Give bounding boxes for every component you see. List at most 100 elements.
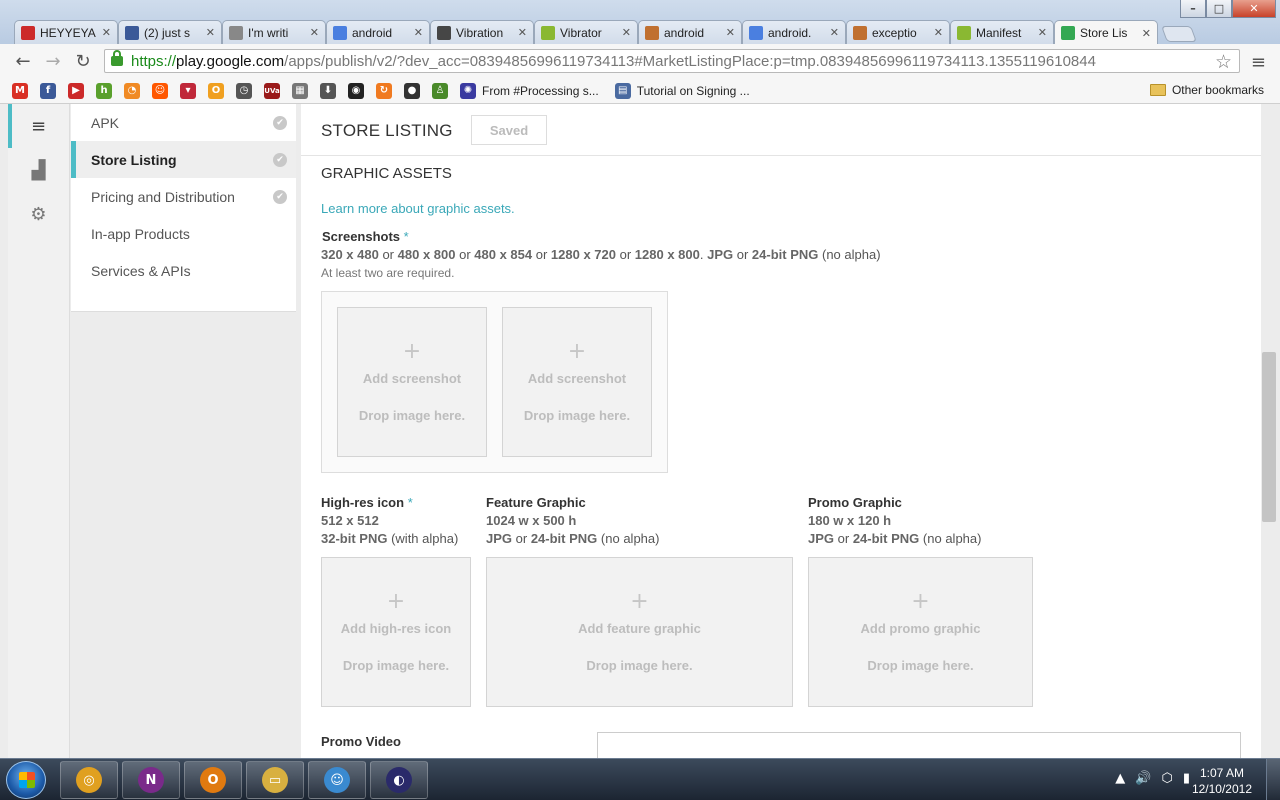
taskbar-app[interactable]: O bbox=[184, 761, 242, 799]
browser-tab[interactable]: android ✕ bbox=[638, 20, 742, 44]
maximize-button[interactable]: □ bbox=[1206, 0, 1232, 18]
tab-close-icon[interactable]: ✕ bbox=[102, 26, 111, 39]
browser-tab-strip: HEYYEYA ✕ (2) just s ✕ I'm writi ✕ android ✕ Vib… bbox=[0, 0, 1280, 45]
feature-graphic-label: Feature Graphic bbox=[486, 495, 586, 510]
tab-title: android. bbox=[768, 25, 812, 40]
browser-tab[interactable]: Vibration ✕ bbox=[430, 20, 534, 44]
dropzone-add-label: Add promo graphic bbox=[860, 621, 981, 636]
reddit-icon[interactable]: ☺ bbox=[152, 82, 168, 99]
start-button[interactable] bbox=[6, 761, 46, 799]
tab-title: android bbox=[664, 25, 705, 40]
gmail-icon[interactable]: M bbox=[12, 82, 28, 99]
browser-tab[interactable]: (2) just s ✕ bbox=[118, 20, 222, 44]
sidebar-item-label: Store Listing bbox=[91, 151, 177, 168]
scrollbar-thumb[interactable] bbox=[1262, 352, 1276, 522]
tab-close-icon[interactable]: ✕ bbox=[206, 26, 215, 39]
eclipse-icon: ◐ bbox=[386, 767, 412, 793]
browser-tab[interactable]: android. ✕ bbox=[742, 20, 846, 44]
screenshot-dropzone[interactable]: + Add screenshot Drop image here. bbox=[337, 307, 487, 457]
browser-tab[interactable]: Store Lis ✕ bbox=[1054, 20, 1158, 45]
hires-icon-label: High-res icon * bbox=[321, 495, 413, 510]
rss-icon[interactable]: ◔ bbox=[124, 82, 140, 99]
orange-app-icon[interactable]: O bbox=[208, 82, 224, 99]
browser-tab[interactable]: HEYYEYA ✕ bbox=[14, 20, 118, 44]
processing-icon: ✺ bbox=[460, 82, 476, 99]
other-bookmarks[interactable]: Other bookmarks bbox=[1149, 83, 1264, 97]
settings-icon[interactable]: ⚙ bbox=[8, 192, 69, 236]
hires-icon-dropzone[interactable]: + Add high-res icon Drop image here. bbox=[321, 557, 471, 707]
address-bar[interactable]: https://play.google.com/apps/publish/v2/… bbox=[104, 49, 1240, 73]
figure-icon[interactable]: ♙ bbox=[432, 82, 448, 99]
sidebar-item[interactable]: Services & APIs bbox=[71, 252, 296, 289]
bookmark-star-icon[interactable]: ☆ bbox=[1215, 51, 1232, 73]
tab-close-icon[interactable]: ✕ bbox=[310, 26, 319, 39]
promo-graphic-dropzone[interactable]: + Add promo graphic Drop image here. bbox=[808, 557, 1033, 707]
houzz-icon[interactable]: h bbox=[96, 82, 112, 99]
hires-icon-format-note: (with alpha) bbox=[391, 531, 459, 546]
tray-icon[interactable]: 🔊 bbox=[1135, 771, 1151, 786]
page-title: STORE LISTING bbox=[321, 121, 453, 140]
back-button[interactable]: ← bbox=[12, 51, 34, 72]
dropzone-drop-label: Drop image here. bbox=[867, 658, 974, 673]
required-mark: * bbox=[407, 495, 413, 510]
section-title: GRAPHIC ASSETS bbox=[321, 165, 452, 182]
uva-icon[interactable]: UVa bbox=[264, 82, 280, 99]
chrome-menu-icon[interactable]: ≡ bbox=[1251, 52, 1266, 73]
swirl-icon[interactable]: ↻ bbox=[376, 82, 392, 99]
forward-button[interactable]: → bbox=[42, 51, 64, 72]
bookmark-link[interactable]: ✺ From #Processing s... bbox=[460, 82, 599, 99]
github-icon[interactable]: ● bbox=[404, 82, 420, 99]
tab-close-icon[interactable]: ✕ bbox=[726, 26, 735, 39]
sidebar-item[interactable]: In-app Products bbox=[71, 215, 296, 252]
cat-icon[interactable]: ◉ bbox=[348, 82, 364, 99]
sidebar-item[interactable]: Pricing and Distribution ✔ bbox=[71, 178, 296, 215]
learn-more-link[interactable]: Learn more about graphic assets. bbox=[321, 201, 515, 216]
close-window-button[interactable]: ✕ bbox=[1232, 0, 1276, 18]
browser-tab[interactable]: I'm writi ✕ bbox=[222, 20, 326, 44]
new-tab-button[interactable] bbox=[1161, 26, 1197, 42]
taskbar-app[interactable]: ◐ bbox=[370, 761, 428, 799]
taskbar-app[interactable]: ▭ bbox=[246, 761, 304, 799]
tab-close-icon[interactable]: ✕ bbox=[1142, 27, 1151, 40]
menu-icon[interactable]: ≡ bbox=[8, 104, 69, 148]
minimize-button[interactable]: – bbox=[1180, 0, 1206, 18]
tab-close-icon[interactable]: ✕ bbox=[518, 26, 527, 39]
tab-close-icon[interactable]: ✕ bbox=[830, 26, 839, 39]
bookmark-link[interactable]: ▤ Tutorial on Signing ... bbox=[614, 82, 750, 99]
screenshot-dropzone[interactable]: + Add screenshot Drop image here. bbox=[502, 307, 652, 457]
browser-tab[interactable]: android ✕ bbox=[326, 20, 430, 44]
tray-icon[interactable]: ▮ bbox=[1183, 771, 1190, 786]
stats-icon[interactable]: ▟ bbox=[8, 148, 69, 192]
download-icon[interactable]: ⬇ bbox=[320, 82, 336, 99]
promo-graphic-format: JPG or 24-bit PNG (no alpha) bbox=[808, 531, 981, 546]
tab-close-icon[interactable]: ✕ bbox=[622, 26, 631, 39]
taskbar-app[interactable]: N bbox=[122, 761, 180, 799]
taskbar-app[interactable]: ☺ bbox=[308, 761, 366, 799]
feature-graphic-dropzone[interactable]: + Add feature graphic Drop image here. bbox=[486, 557, 793, 707]
youtube-icon[interactable]: ▶ bbox=[68, 82, 84, 99]
show-desktop-button[interactable] bbox=[1266, 759, 1280, 800]
url-host: play.google.com bbox=[176, 52, 285, 70]
screenshot-size: 480 x 854 bbox=[474, 247, 533, 262]
promo-video-input[interactable] bbox=[597, 732, 1241, 758]
tab-close-icon[interactable]: ✕ bbox=[1038, 26, 1047, 39]
reload-button[interactable]: ↻ bbox=[72, 51, 94, 72]
sidebar-item[interactable]: Store Listing ✔ bbox=[71, 141, 296, 178]
tab-close-icon[interactable]: ✕ bbox=[414, 26, 423, 39]
clock-icon[interactable]: ◷ bbox=[236, 82, 252, 99]
browser-tab[interactable]: Manifest ✕ bbox=[950, 20, 1054, 44]
tiles-icon[interactable]: ▦ bbox=[292, 82, 308, 99]
taskbar-app[interactable]: ◎ bbox=[60, 761, 118, 799]
saved-button[interactable]: Saved bbox=[471, 115, 547, 145]
tab-close-icon[interactable]: ✕ bbox=[934, 26, 943, 39]
windows-logo-icon bbox=[19, 772, 35, 788]
spec-or: or bbox=[378, 247, 398, 262]
sidebar-item[interactable]: APK ✔ bbox=[71, 104, 296, 141]
browser-tab[interactable]: exceptio ✕ bbox=[846, 20, 950, 44]
clock[interactable]: 1:07 AM 12/10/2012 bbox=[1192, 765, 1252, 797]
browser-tab[interactable]: Vibrator ✕ bbox=[534, 20, 638, 44]
tray-icon[interactable]: ⬡ bbox=[1161, 771, 1172, 786]
tray-icon[interactable]: ▲ bbox=[1115, 771, 1125, 786]
pocket-icon[interactable]: ▾ bbox=[180, 82, 196, 99]
facebook-icon[interactable]: f bbox=[40, 82, 56, 99]
